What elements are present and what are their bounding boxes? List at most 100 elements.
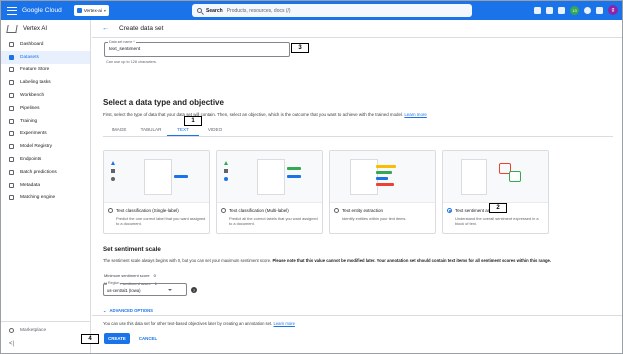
radio-single-label[interactable] bbox=[108, 208, 113, 213]
happy-face-icon bbox=[509, 171, 521, 182]
triangle-icon bbox=[224, 161, 228, 165]
radio-multi-label[interactable] bbox=[221, 208, 226, 213]
radio-sentiment-analysis[interactable] bbox=[447, 208, 452, 213]
data-type-description-text: First, select the type of data that your… bbox=[103, 112, 404, 117]
gift-icon[interactable] bbox=[546, 6, 553, 14]
matching-engine-icon bbox=[9, 195, 14, 201]
sidebar-item-batch-predictions[interactable]: Batch predictions bbox=[1, 166, 90, 179]
sidebar-item-experiments[interactable]: Experiments bbox=[1, 128, 90, 141]
dataset-name-field[interactable]: Data set name * bbox=[104, 40, 290, 57]
sidebar-item-label: Matching engine bbox=[20, 195, 56, 201]
chevron-down-icon: ⌄ bbox=[103, 308, 107, 313]
project-selector[interactable]: Vertex-ai ▾ bbox=[73, 5, 109, 16]
learn-more-link[interactable]: Learn more bbox=[273, 321, 294, 326]
card-description: Predict all the correct labels that you … bbox=[229, 216, 318, 226]
entity-bar bbox=[376, 165, 396, 168]
cloud-shell-icon[interactable] bbox=[534, 6, 541, 14]
document-icon bbox=[257, 159, 285, 195]
tab-tabular[interactable]: TABULAR bbox=[135, 124, 167, 136]
pipelines-icon bbox=[9, 105, 14, 111]
tab-image[interactable]: IMAGE bbox=[103, 124, 135, 136]
label-bar bbox=[287, 167, 301, 170]
avatar[interactable]: g bbox=[608, 5, 618, 15]
sidebar-item-label: Dashboard bbox=[20, 41, 44, 47]
back-arrow-icon[interactable]: ← bbox=[102, 25, 109, 32]
search-placeholder: Products, resources, docs (/) bbox=[226, 7, 291, 14]
sidebar-title: Vertex AI bbox=[23, 26, 48, 32]
page-title: Create data set bbox=[119, 25, 164, 32]
circle-icon bbox=[224, 177, 228, 181]
advanced-options-label: ADVANCED OPTIONS bbox=[109, 308, 153, 313]
sidebar-item-label: Labeling tasks bbox=[20, 80, 51, 86]
dataset-name-help: Can use up to 128 characters. bbox=[106, 60, 157, 64]
sentiment-illustration bbox=[443, 151, 548, 203]
card-description: Predict the one correct label that you w… bbox=[116, 216, 206, 226]
help-icon[interactable] bbox=[584, 6, 591, 14]
create-button[interactable]: CREATE bbox=[104, 333, 130, 344]
sidebar-item-endpoints[interactable]: Endpoints bbox=[1, 153, 90, 166]
marketplace-icon bbox=[9, 328, 14, 333]
objective-cards: Text classification (Single-label) Predi… bbox=[103, 150, 549, 234]
square-icon bbox=[224, 169, 228, 173]
advanced-options-toggle[interactable]: ⌄ ADVANCED OPTIONS bbox=[103, 308, 153, 313]
top-bar: Google Cloud Vertex-ai ▾ Search Products… bbox=[1, 1, 622, 20]
sidebar-item-metadata[interactable]: Metadata bbox=[1, 179, 90, 192]
sidebar-nav: Dashboard Datasets Feature Store Labelin… bbox=[1, 38, 90, 204]
collapse-sidebar-icon[interactable]: <| bbox=[9, 341, 14, 347]
learn-more-link[interactable]: Learn more bbox=[404, 112, 426, 117]
training-icon bbox=[9, 118, 14, 124]
tab-video[interactable]: VIDEO bbox=[199, 124, 231, 136]
notifications-icon[interactable] bbox=[558, 6, 565, 14]
notification-count-badge[interactable]: 13 bbox=[570, 5, 579, 15]
chevron-down-icon: ▾ bbox=[103, 8, 106, 13]
sentiment-scale-description: The sentiment scale always begins with 0… bbox=[103, 258, 551, 263]
sidebar-item-datasets[interactable]: Datasets bbox=[1, 50, 90, 64]
sidebar-item-label: Experiments bbox=[20, 131, 47, 137]
card-radio-row: Text entity extraction bbox=[334, 208, 383, 213]
card-title: Text classification (Multi-label) bbox=[229, 208, 289, 213]
sidebar-item-matching-engine[interactable]: Matching engine bbox=[1, 192, 90, 205]
objective-card-multi-label[interactable]: Text classification (Multi-label) Predic… bbox=[216, 150, 323, 234]
divider bbox=[92, 37, 622, 38]
sidebar-item-dashboard[interactable]: Dashboard bbox=[1, 38, 90, 51]
region-select[interactable]: Region us-central1 (Iowa) ? bbox=[103, 281, 197, 296]
card-title: Text classification (Single-label) bbox=[116, 208, 179, 213]
brand-logo[interactable]: Google Cloud bbox=[22, 7, 62, 14]
objective-card-entity-extraction[interactable]: Text entity extraction Identify entities… bbox=[329, 150, 436, 234]
data-type-title: Select a data type and objective bbox=[103, 98, 224, 107]
help-icon[interactable]: ? bbox=[191, 287, 197, 293]
vertex-ai-logo-icon bbox=[6, 25, 18, 33]
label-bar bbox=[174, 175, 188, 178]
radio-entity-extraction[interactable] bbox=[334, 208, 339, 213]
objective-card-sentiment-analysis[interactable]: Text sentiment analysis Understand the o… bbox=[442, 150, 549, 234]
objective-card-single-label[interactable]: Text classification (Single-label) Predi… bbox=[103, 150, 210, 234]
sidebar-item-labeling-tasks[interactable]: Labeling tasks bbox=[1, 76, 90, 89]
sidebar-item-model-registry[interactable]: Model Registry bbox=[1, 140, 90, 153]
sidebar-item-training[interactable]: Training bbox=[1, 115, 90, 128]
top-actions: 13 g bbox=[534, 5, 618, 15]
card-title: Text entity extraction bbox=[342, 208, 384, 213]
multi-label-illustration bbox=[217, 151, 322, 203]
hamburger-menu-icon[interactable] bbox=[7, 6, 17, 15]
label-bar bbox=[287, 175, 301, 178]
card-description: Identify entities within your text items… bbox=[342, 216, 407, 221]
chevron-down-icon bbox=[168, 288, 172, 291]
search-bar[interactable]: Search Products, resources, docs (/) bbox=[192, 4, 472, 17]
sidebar-item-label: Batch predictions bbox=[20, 169, 57, 175]
sidebar-item-label: Workbench bbox=[20, 93, 45, 99]
sidebar-item-workbench[interactable]: Workbench bbox=[1, 89, 90, 102]
min-score-row: Minimum sentiment score 0 bbox=[104, 273, 156, 278]
callout-3: 3 bbox=[291, 43, 309, 53]
cancel-button[interactable]: CANCEL bbox=[135, 333, 161, 344]
footnote-text: You can use this data set for other text… bbox=[103, 321, 273, 326]
square-icon bbox=[111, 169, 115, 173]
dataset-name-input[interactable] bbox=[109, 47, 279, 52]
sidebar-item-marketplace[interactable]: Marketplace bbox=[1, 321, 90, 333]
single-label-illustration bbox=[104, 151, 209, 203]
more-vert-icon[interactable] bbox=[596, 6, 603, 14]
page-header: ← Create data set bbox=[102, 25, 163, 32]
document-icon bbox=[461, 159, 487, 195]
sidebar-item-pipelines[interactable]: Pipelines bbox=[1, 102, 90, 115]
sidebar-item-feature-store[interactable]: Feature Store bbox=[1, 64, 90, 77]
sidebar-item-label: Datasets bbox=[20, 54, 39, 60]
